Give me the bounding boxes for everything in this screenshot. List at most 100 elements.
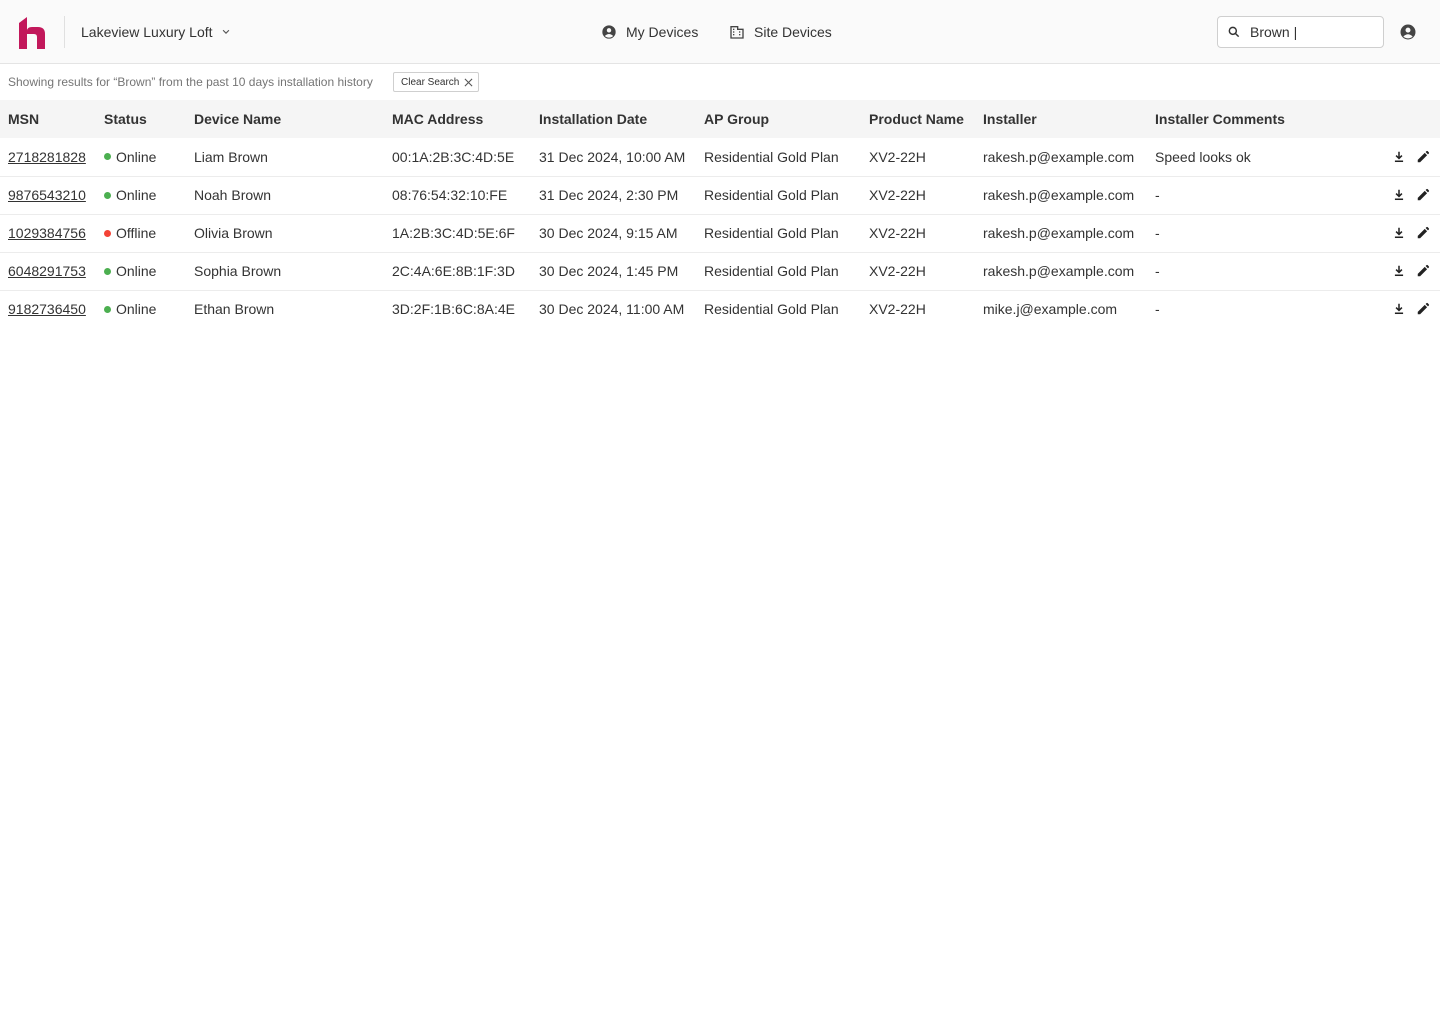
table-row[interactable]: 9182736450 Online Ethan Brown 3D:2F:1B:6C:8… bbox=[0, 290, 1440, 328]
cell-installer: rakesh.p@example.com bbox=[983, 148, 1135, 165]
column-header-actions bbox=[1377, 100, 1440, 138]
cell-status: Online bbox=[96, 176, 186, 214]
search-box[interactable] bbox=[1217, 16, 1384, 48]
download-icon[interactable] bbox=[1392, 302, 1406, 316]
brand-logo[interactable] bbox=[19, 17, 45, 49]
edit-pencil-icon[interactable] bbox=[1416, 188, 1430, 202]
column-header-ap-group[interactable]: AP Group bbox=[696, 100, 861, 138]
table-row[interactable]: 2718281828 Online Liam Brown 00:1A:2B:3C:4D… bbox=[0, 138, 1440, 176]
download-icon[interactable] bbox=[1392, 264, 1406, 278]
cell-installer: rakesh.p@example.com bbox=[983, 187, 1135, 203]
column-header-mac-address[interactable]: MAC Address bbox=[384, 100, 531, 138]
cell-actions bbox=[1377, 176, 1440, 214]
column-header-status[interactable]: Status bbox=[96, 100, 186, 138]
cell-installer-comments: - bbox=[1155, 301, 1160, 318]
table-row[interactable]: 9876543210 Online Noah Brown 08:76:54:32:10… bbox=[0, 176, 1440, 214]
row-actions bbox=[1385, 302, 1440, 316]
edit-pencil-icon[interactable] bbox=[1416, 226, 1430, 240]
cell-status: Offline bbox=[96, 214, 186, 252]
user-account-icon[interactable] bbox=[1399, 23, 1417, 41]
cell-installation-date: 31 Dec 2024, 10:00 AM bbox=[539, 148, 686, 165]
table-row[interactable]: 6048291753 Online Sophia Brown 2C:4A:6E:8B:… bbox=[0, 252, 1440, 290]
cell-mac-address: 08:76:54:32:10:FE bbox=[392, 187, 508, 203]
status-dot bbox=[104, 267, 111, 275]
clear-search-label: Clear Search bbox=[401, 76, 460, 88]
column-header-installer-comments[interactable]: Installer Comments bbox=[1147, 100, 1377, 138]
header-divider bbox=[64, 16, 65, 48]
search-input[interactable] bbox=[1250, 24, 1368, 40]
status-dot bbox=[104, 191, 111, 199]
cell-device-name: Liam Brown bbox=[194, 148, 268, 165]
msn-link[interactable]: 1029384756 bbox=[8, 225, 86, 241]
table-body: 2718281828 Online Liam Brown 00:1A:2B:3C:4D… bbox=[0, 138, 1440, 328]
cell-product-name: XV2-22H bbox=[869, 225, 926, 241]
column-header-installation-date[interactable]: Installation Date bbox=[531, 100, 696, 138]
cell-device-name: Noah Brown bbox=[194, 187, 272, 203]
table-row[interactable]: 1029384756 Offline Olivia Brown 1A:2B:3C:4D… bbox=[0, 214, 1440, 252]
status-indicator: Online bbox=[104, 187, 186, 203]
account-circle-icon bbox=[602, 25, 616, 39]
cell-product-name: XV2-22H bbox=[869, 148, 926, 165]
msn-link[interactable]: 6048291753 bbox=[8, 263, 86, 279]
cell-installer: rakesh.p@example.com bbox=[983, 225, 1135, 241]
row-actions bbox=[1385, 188, 1440, 202]
msn-link[interactable]: 2718281828 bbox=[8, 149, 86, 165]
cell-ap-group: Residential Gold Plan bbox=[704, 301, 839, 318]
status-dot bbox=[104, 229, 111, 237]
cell-mac-address: 00:1A:2B:3C:4D:5E bbox=[392, 148, 515, 165]
results-bar: Showing results for “Brown” from the pas… bbox=[8, 72, 480, 92]
cell-device-name: Ethan Brown bbox=[194, 301, 275, 318]
status-dot bbox=[104, 305, 111, 313]
cell-product-name: XV2-22H bbox=[869, 263, 926, 279]
edit-pencil-icon[interactable] bbox=[1416, 150, 1430, 164]
cell-msn: 9876543210 bbox=[0, 176, 96, 214]
status-label: Offline bbox=[116, 225, 157, 241]
edit-pencil-icon[interactable] bbox=[1416, 302, 1430, 316]
download-icon[interactable] bbox=[1392, 188, 1406, 202]
cell-installer: rakesh.p@example.com bbox=[983, 263, 1135, 279]
edit-pencil-icon[interactable] bbox=[1416, 264, 1430, 278]
cell-msn: 2718281828 bbox=[0, 138, 96, 176]
row-actions bbox=[1385, 150, 1440, 164]
nav-my-devices[interactable]: My Devices bbox=[601, 22, 698, 42]
status-indicator: Online bbox=[104, 301, 186, 317]
clear-search-chip[interactable]: Clear Search bbox=[393, 72, 480, 92]
cell-actions bbox=[1377, 214, 1440, 252]
column-header-installer[interactable]: Installer bbox=[975, 100, 1147, 138]
download-icon[interactable] bbox=[1392, 150, 1406, 164]
cell-product-name: XV2-22H bbox=[869, 187, 926, 203]
cell-installation-date: 30 Dec 2024, 9:15 AM bbox=[539, 225, 678, 241]
nav-site-devices-label: Site Devices bbox=[754, 24, 832, 40]
column-header-device-name[interactable]: Device Name bbox=[186, 100, 384, 138]
status-indicator: Online bbox=[104, 149, 186, 165]
cell-status: Online bbox=[96, 252, 186, 290]
cell-actions bbox=[1377, 252, 1440, 290]
column-header-product-name[interactable]: Product Name bbox=[861, 100, 975, 138]
devices-table: MSN Status Device Name MAC Address Insta… bbox=[0, 100, 1440, 328]
cell-mac-address: 2C:4A:6E:8B:1F:3D bbox=[392, 263, 515, 279]
download-icon[interactable] bbox=[1392, 226, 1406, 240]
nav-site-devices[interactable]: Site Devices bbox=[729, 22, 832, 42]
cell-msn: 1029384756 bbox=[0, 214, 96, 252]
status-label: Online bbox=[116, 148, 157, 165]
cell-installer-comments: - bbox=[1155, 225, 1160, 241]
cell-installer: mike.j@example.com bbox=[983, 301, 1118, 318]
search-icon bbox=[1228, 26, 1240, 38]
cell-device-name: Sophia Brown bbox=[194, 263, 282, 279]
status-indicator: Offline bbox=[104, 225, 186, 241]
cell-ap-group: Residential Gold Plan bbox=[704, 263, 839, 279]
close-icon[interactable] bbox=[464, 78, 473, 87]
table-header-row: MSN Status Device Name MAC Address Insta… bbox=[0, 100, 1440, 138]
msn-link[interactable]: 9182736450 bbox=[8, 301, 86, 317]
cell-status: Online bbox=[96, 138, 186, 176]
msn-link[interactable]: 9876543210 bbox=[8, 187, 86, 203]
site-name: Lakeview Luxury Loft bbox=[81, 24, 213, 40]
cell-mac-address: 1A:2B:3C:4D:5E:6F bbox=[392, 225, 515, 241]
status-label: Online bbox=[116, 263, 157, 279]
nav-my-devices-label: My Devices bbox=[626, 24, 699, 40]
column-header-msn[interactable]: MSN bbox=[0, 100, 96, 138]
row-actions bbox=[1385, 264, 1440, 278]
cell-mac-address: 3D:2F:1B:6C:8A:4E bbox=[392, 301, 515, 318]
site-selector[interactable]: Lakeview Luxury Loft bbox=[81, 22, 233, 42]
chevron-down-icon bbox=[222, 29, 229, 34]
